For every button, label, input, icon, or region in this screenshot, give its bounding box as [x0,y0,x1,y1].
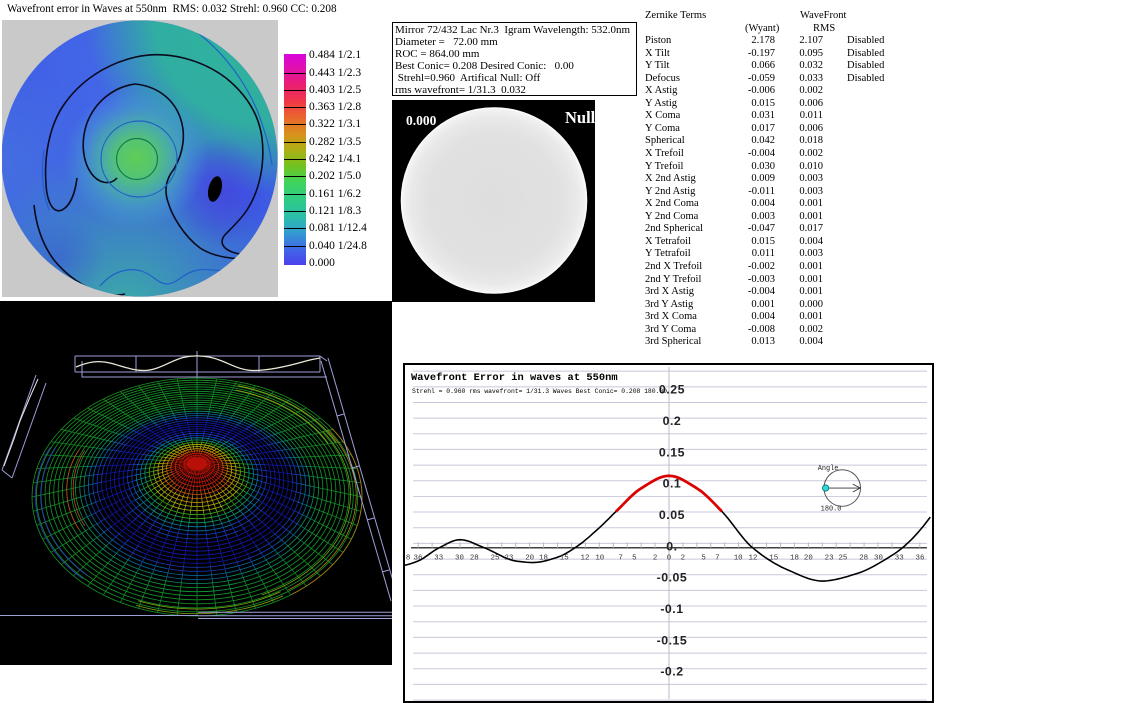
svg-text:0.000: 0.000 [406,113,437,128]
svg-text:28: 28 [859,555,868,563]
svg-text:Wavefront Error in waves at 55: Wavefront Error in waves at 550nm [411,372,618,384]
svg-text:25: 25 [491,555,500,563]
svg-text:33: 33 [434,555,443,563]
svg-text:18: 18 [790,555,799,563]
svg-text:23: 23 [504,555,513,563]
svg-text:18: 18 [539,555,548,563]
svg-text:0.2: 0.2 [663,414,682,428]
svg-text:0.1: 0.1 [663,477,682,491]
svg-text:33: 33 [895,555,904,563]
svg-text:20: 20 [804,555,813,563]
svg-text:28: 28 [470,555,479,563]
svg-text:Null: Null [565,108,595,127]
svg-text:36: 36 [414,555,423,563]
svg-text:2: 2 [681,555,685,563]
svg-text:15: 15 [560,555,569,563]
svg-text:0.: 0. [666,539,677,553]
svg-text:36: 36 [916,555,925,563]
svg-text:20: 20 [525,555,534,563]
svg-text:0.15: 0.15 [659,445,685,459]
svg-text:Angle: Angle [818,465,839,473]
svg-text:7: 7 [618,555,622,563]
svg-text:-0.15: -0.15 [657,633,688,647]
svg-text:180.0: 180.0 [821,505,842,513]
svg-text:10: 10 [595,555,604,563]
svg-text:12: 12 [749,555,758,563]
svg-text:15: 15 [769,555,778,563]
svg-text:10: 10 [734,555,743,563]
svg-text:2: 2 [653,555,657,563]
svg-text:-0.05: -0.05 [657,571,688,585]
svg-text:25: 25 [838,555,847,563]
svg-text:8: 8 [406,555,410,563]
svg-text:Strehl = 0.960 rms wavefront=: Strehl = 0.960 rms wavefront= 1/31.3 Wav… [412,388,667,395]
svg-text:30: 30 [455,555,464,563]
svg-text:23: 23 [825,555,834,563]
svg-text:5: 5 [632,555,636,563]
svg-text:0: 0 [667,555,671,563]
svg-text:12: 12 [581,555,590,563]
svg-text:5: 5 [701,555,705,563]
svg-text:7: 7 [715,555,719,563]
svg-text:0.05: 0.05 [659,508,685,522]
svg-text:30: 30 [874,555,883,563]
svg-text:-0.1: -0.1 [660,602,683,616]
svg-text:-0.2: -0.2 [660,665,683,679]
